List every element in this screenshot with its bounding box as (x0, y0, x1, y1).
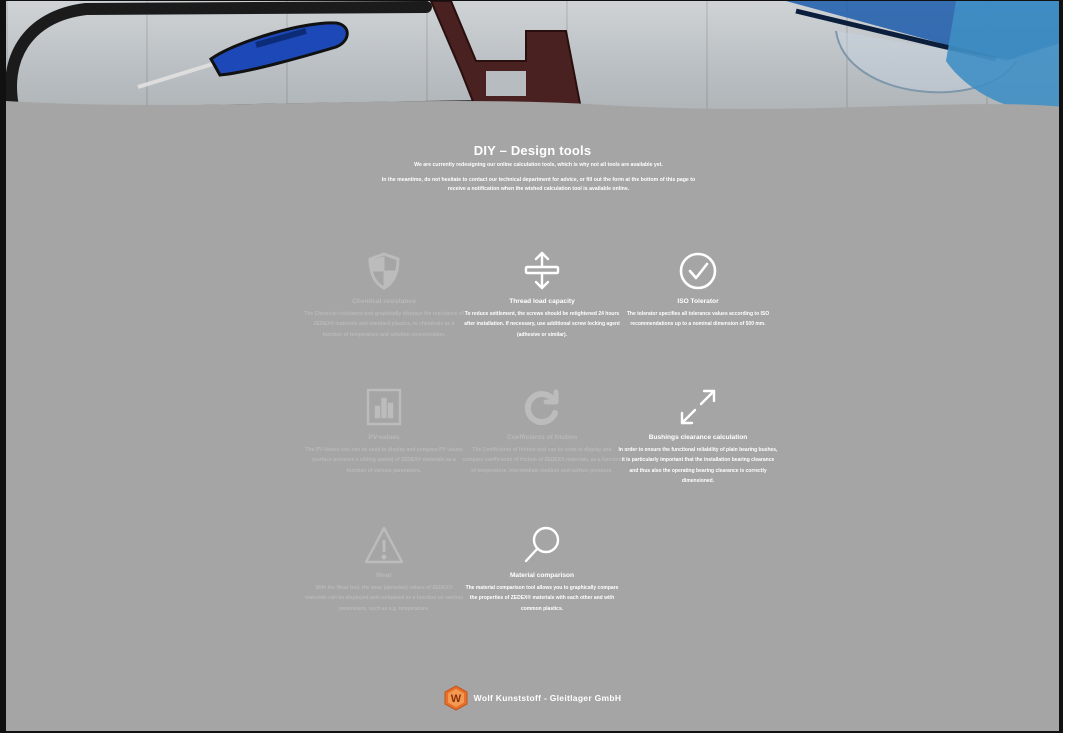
tool-title: Bushings clearance calculation (648, 434, 748, 441)
hero-banner (6, 1, 1059, 119)
logo-letter: W (450, 693, 461, 705)
tool-title: Wear (375, 572, 392, 579)
tool-card-pv-values: PV-values The PV-Values tool can be used… (304, 386, 464, 476)
tool-description: With the Wear tool, the wear (abrasion) … (304, 585, 464, 612)
tool-title: Material comparison (509, 572, 575, 579)
tool-title: Thread load capacity (509, 298, 575, 305)
tool-description: The tolerator specifies all tolerance va… (626, 311, 770, 328)
tools-illustration (6, 1, 1059, 119)
tool-description: To reduce settlement, the screws should … (464, 311, 620, 338)
tool-title: Coefficients of friction (507, 434, 577, 441)
intro-text-2: In the meantime, do not hesitate to cont… (381, 177, 696, 192)
tool-title: PV-values (368, 434, 400, 441)
footer-brand[interactable]: W Wolf Kunststoff - Gleitlager GmbH (6, 685, 1059, 711)
tool-card-wear: Wear With the Wear tool, the wear (abras… (304, 524, 464, 614)
intro-text-1: We are currently redesigning our online … (414, 162, 663, 168)
tool-card-bushings-clearance[interactable]: Bushings clearance calculation In order … (618, 386, 778, 486)
bar-chart-icon (304, 386, 464, 428)
company-logo: W (444, 685, 468, 711)
tool-title: ISO Tolerator (677, 298, 719, 305)
refresh-icon (462, 386, 622, 428)
tool-card-material-comparison[interactable]: Material comparison The material compari… (462, 524, 622, 614)
warning-icon (304, 524, 464, 566)
expand-arrows-icon (618, 386, 778, 428)
check-circle-icon (618, 250, 778, 292)
tool-title: Chemical resistance (352, 298, 416, 305)
page-frame: DIY – Design tools We are currently rede… (0, 0, 1063, 733)
tool-description: The PV-Values tool can be used to displa… (305, 447, 463, 474)
tool-description: The Coefficients of friction tool can be… (462, 447, 622, 474)
tool-description: In order to ensure the functional reliab… (618, 447, 778, 484)
tool-card-thread-load-capacity[interactable]: Thread load capacity To reduce settlemen… (462, 250, 622, 340)
shield-icon (304, 250, 464, 292)
tool-card-chemical-resistance: Chemical resistance The Chemical resista… (304, 250, 464, 340)
search-icon (462, 524, 622, 566)
company-name: Wolf Kunststoff - Gleitlager GmbH (473, 693, 622, 703)
tool-card-iso-tolerator[interactable]: ISO Tolerator The tolerator specifies al… (618, 250, 778, 330)
tool-description: The material comparison tool allows you … (465, 585, 619, 612)
tool-card-coefficients-of-friction: Coefficients of friction The Coefficient… (462, 386, 622, 476)
main-content: DIY – Design tools We are currently rede… (6, 119, 1059, 731)
page-title: DIY – Design tools (473, 143, 592, 158)
tool-description: The Chemical resistance tool graphically… (304, 311, 464, 338)
thread-load-icon (462, 250, 622, 292)
